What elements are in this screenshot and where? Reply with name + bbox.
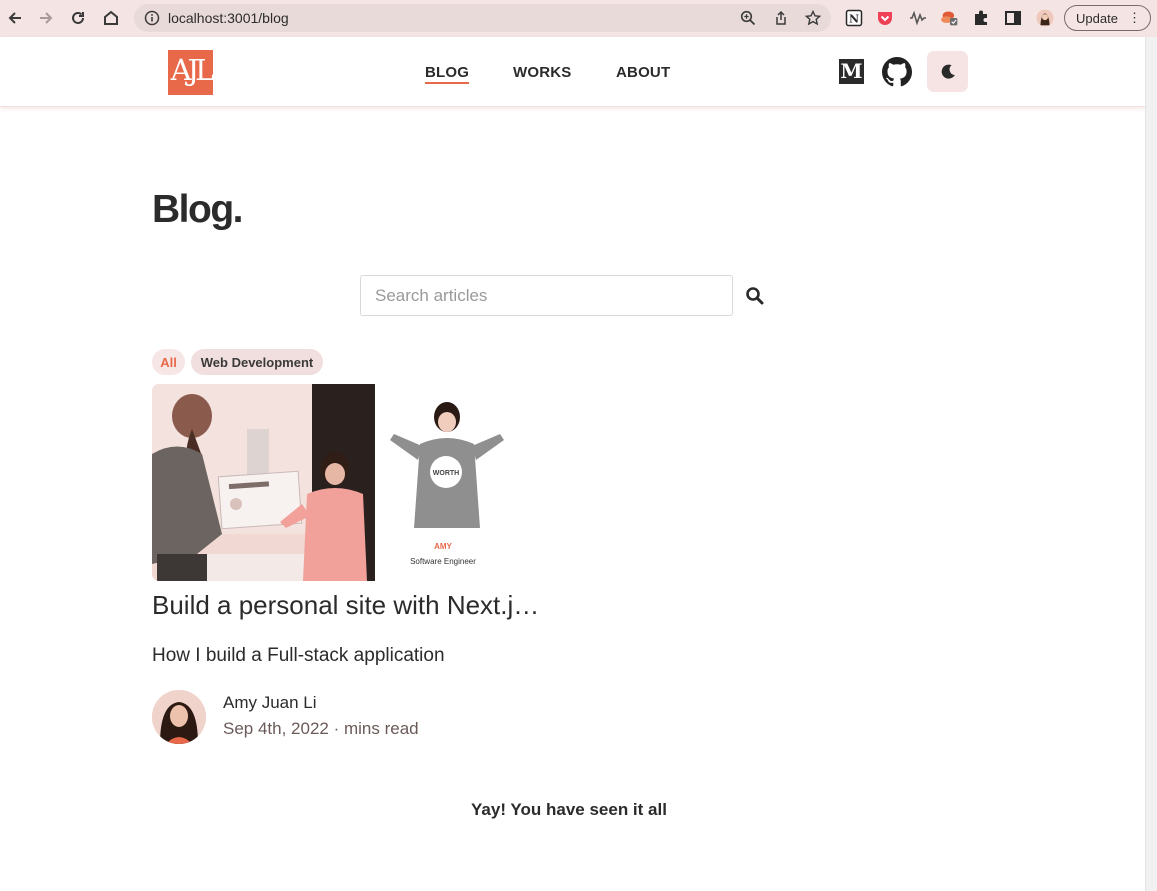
nav-works[interactable]: WORKS [513,64,572,81]
github-icon[interactable] [882,57,912,87]
category-chip-web-development[interactable]: Web Development [191,349,323,375]
end-of-list-message: Yay! You have seen it all [471,800,667,819]
author-name[interactable]: Amy Juan Li [223,693,317,713]
moon-icon [941,64,955,79]
site-info-icon[interactable] [144,10,160,31]
pocket-extension-icon[interactable] [876,9,894,27]
zoom-icon[interactable] [740,10,756,26]
notion-extension-icon[interactable]: N [845,9,863,27]
logo-text: AJL [170,53,215,87]
page-scrollbar[interactable] [1145,37,1157,891]
category-chip-all[interactable]: All [152,349,185,375]
extensions-puzzle-icon[interactable] [972,9,990,27]
svg-text:N: N [849,13,859,26]
search-icon[interactable] [745,286,765,306]
svg-text:AMY: AMY [434,542,452,551]
bookmark-star-icon[interactable] [804,9,822,26]
audio-wave-extension-icon[interactable] [909,9,927,27]
svg-text:WORTH: WORTH [433,470,459,477]
cloud-extension-icon[interactable] [941,9,959,27]
search-input[interactable] [360,275,733,316]
update-button[interactable]: Update ⋮ [1064,5,1151,31]
share-icon[interactable] [773,10,789,26]
browser-toolbar: localhost:3001/blog N Update ⋮ [0,0,1157,37]
post-cover-image[interactable]: WORTH AMY Software Engineer [152,384,542,581]
medium-icon[interactable]: M [839,59,864,84]
svg-text:Software Engineer: Software Engineer [410,557,476,566]
side-panel-icon[interactable] [1004,9,1022,27]
address-url[interactable]: localhost:3001/blog [168,10,289,26]
forward-icon[interactable] [35,7,57,29]
address-bar[interactable]: localhost:3001/blog [134,4,831,32]
nav-about[interactable]: ABOUT [616,64,670,81]
site-logo[interactable]: AJL [168,50,215,95]
update-label: Update [1076,10,1118,26]
post-meta: Sep 4th, 2022 · mins read [223,719,419,738]
page-title: Blog. [152,188,243,231]
back-icon[interactable] [4,7,26,29]
dark-mode-toggle[interactable] [927,51,968,92]
site-header: AJL BLOG WORKS ABOUT [0,37,1145,107]
home-icon[interactable] [100,7,122,29]
more-menu-icon[interactable]: ⋮ [1128,11,1141,24]
reload-icon[interactable] [67,7,89,29]
post-title[interactable]: Build a personal site with Next.j… [152,590,552,621]
author-avatar [152,690,206,744]
profile-avatar-icon[interactable] [1036,9,1054,27]
post-subtitle: How I build a Full-stack application [152,645,445,666]
nav-blog[interactable]: BLOG [425,64,470,84]
